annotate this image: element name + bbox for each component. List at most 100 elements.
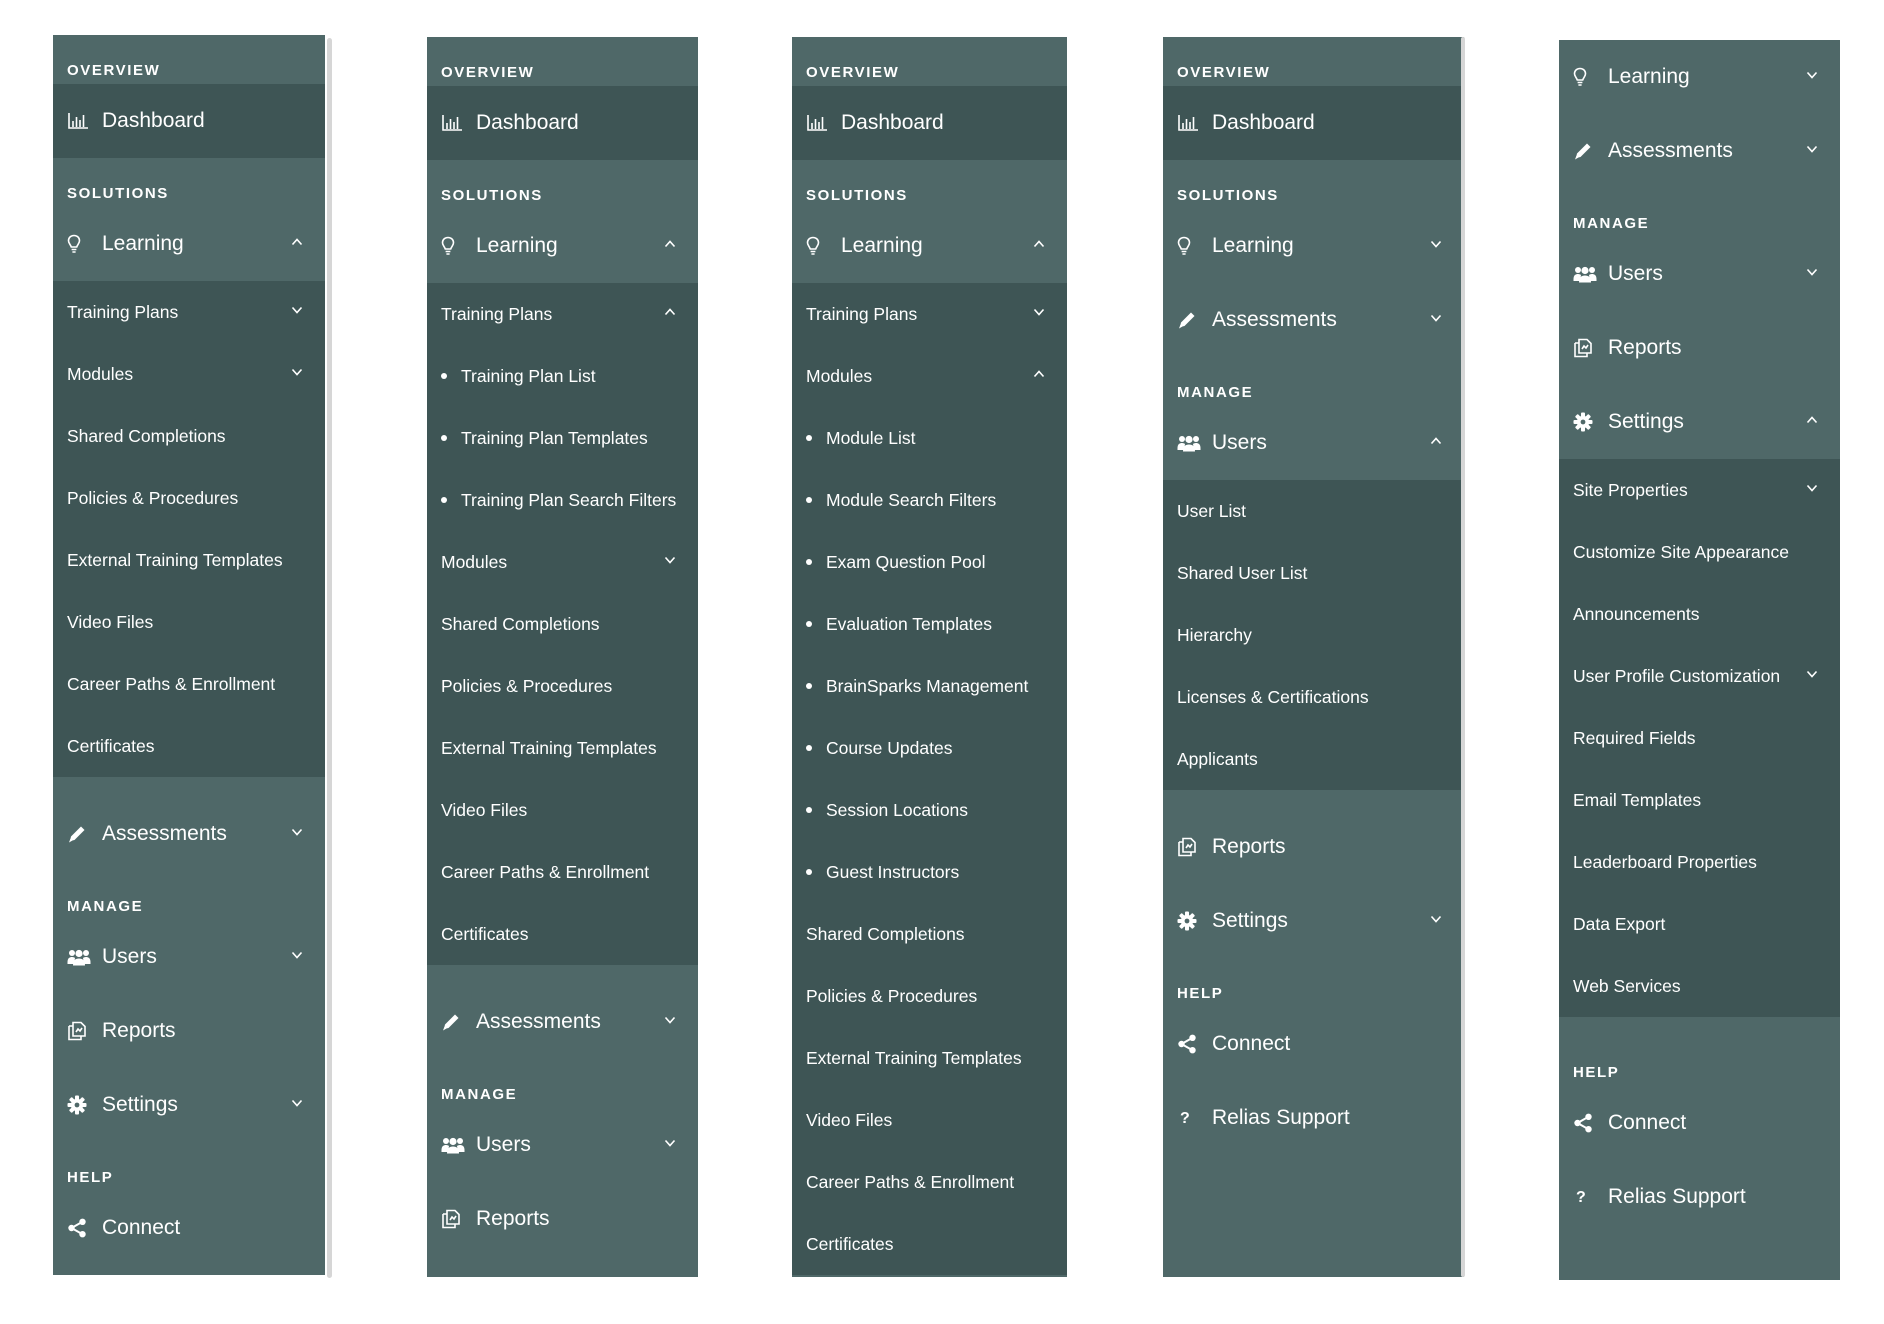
nav-subitem-leaderboard-properties[interactable]: Leaderboard Properties (1559, 831, 1840, 893)
nav-item-dashboard[interactable]: Dashboard (1163, 86, 1464, 160)
nav-item-reports[interactable]: Reports (1163, 810, 1464, 884)
nav-subitem-shared-completions[interactable]: Shared Completions (427, 593, 698, 655)
nav-item-relias-support[interactable]: ? Relias Support (1559, 1160, 1840, 1234)
chevron-up-icon[interactable] (664, 306, 676, 318)
nav-item-learning[interactable]: Learning (792, 209, 1067, 283)
nav-item-dashboard[interactable]: Dashboard (53, 84, 325, 158)
nav-subitem-applicants[interactable]: Applicants (1163, 728, 1464, 790)
nav-item-connect[interactable]: Connect (53, 1191, 325, 1265)
nav-subitem-policies-procedures[interactable]: Policies & Procedures (53, 467, 325, 529)
chevron-down-icon[interactable] (291, 826, 303, 838)
nav-item-learning[interactable]: Learning (427, 209, 698, 283)
nav-subitem-announcements[interactable]: Announcements (1559, 583, 1840, 645)
nav-subitem-web-services[interactable]: Web Services (1559, 955, 1840, 1017)
nav-item-dashboard[interactable]: Dashboard (427, 86, 698, 160)
nav-subitem-policies-procedures[interactable]: Policies & Procedures (792, 965, 1067, 1027)
scrollbar-panel-4[interactable] (1461, 37, 1465, 1277)
nav-item-learning[interactable]: Learning (53, 207, 325, 281)
nav-subitem-training-plan-templates[interactable]: Training Plan Templates (427, 407, 698, 469)
nav-subitem-module-search-filters[interactable]: Module Search Filters (792, 469, 1067, 531)
nav-item-users[interactable]: Users (1559, 237, 1840, 311)
nav-subitem-policies-procedures[interactable]: Policies & Procedures (427, 655, 698, 717)
nav-item-learning[interactable]: Learning (1559, 40, 1840, 114)
chevron-down-icon[interactable] (1430, 312, 1442, 324)
nav-subitem-evaluation-templates[interactable]: Evaluation Templates (792, 593, 1067, 655)
chevron-down-icon[interactable] (1806, 482, 1818, 494)
nav-subitem-brainsparks-management[interactable]: BrainSparks Management (792, 655, 1067, 717)
nav-subitem-modules[interactable]: Modules (53, 343, 325, 405)
nav-subitem-external-training-templates[interactable]: External Training Templates (53, 529, 325, 591)
nav-subitem-career-paths-enrollment[interactable]: Career Paths & Enrollment (427, 841, 698, 903)
nav-item-relias-support[interactable]: ? Relias Support (1163, 1081, 1464, 1155)
nav-item-connect[interactable]: Connect (1163, 1007, 1464, 1081)
nav-subitem-hierarchy[interactable]: Hierarchy (1163, 604, 1464, 666)
chevron-down-icon[interactable] (1806, 69, 1818, 81)
nav-subitem-training-plans[interactable]: Training Plans (53, 281, 325, 343)
nav-subitem-video-files[interactable]: Video Files (792, 1089, 1067, 1151)
chevron-down-icon[interactable] (664, 1137, 676, 1149)
nav-subitem-shared-completions[interactable]: Shared Completions (53, 405, 325, 467)
chevron-down-icon[interactable] (1806, 668, 1818, 680)
chevron-down-icon[interactable] (1806, 266, 1818, 278)
chevron-up-icon[interactable] (1033, 368, 1045, 380)
nav-item-users[interactable]: Users (53, 920, 325, 994)
nav-item-settings[interactable]: Settings (53, 1068, 325, 1142)
chevron-up-icon[interactable] (291, 236, 303, 248)
chevron-down-icon[interactable] (1430, 913, 1442, 925)
nav-subitem-module-list[interactable]: Module List (792, 407, 1067, 469)
nav-subitem-shared-completions[interactable]: Shared Completions (792, 903, 1067, 965)
nav-subitem-career-paths-enrollment[interactable]: Career Paths & Enrollment (792, 1151, 1067, 1213)
nav-subitem-exam-question-pool[interactable]: Exam Question Pool (792, 531, 1067, 593)
nav-item-assessments[interactable]: Assessments (427, 985, 698, 1059)
nav-item-users[interactable]: Users (427, 1108, 698, 1182)
chevron-down-icon[interactable] (1806, 143, 1818, 155)
nav-subitem-required-fields[interactable]: Required Fields (1559, 707, 1840, 769)
nav-item-learning[interactable]: Learning (1163, 209, 1464, 283)
chevron-up-icon[interactable] (664, 238, 676, 250)
nav-subitem-session-locations[interactable]: Session Locations (792, 779, 1067, 841)
nav-subitem-user-profile-customization[interactable]: User Profile Customization (1559, 645, 1840, 707)
nav-subitem-course-updates[interactable]: Course Updates (792, 717, 1067, 779)
chevron-up-icon[interactable] (1033, 238, 1045, 250)
nav-item-reports[interactable]: Reports (427, 1182, 698, 1256)
nav-subitem-user-list[interactable]: User List (1163, 480, 1464, 542)
nav-item-assessments[interactable]: Assessments (1163, 283, 1464, 357)
nav-subitem-video-files[interactable]: Video Files (53, 591, 325, 653)
nav-subitem-licenses-certifications[interactable]: Licenses & Certifications (1163, 666, 1464, 728)
chevron-down-icon[interactable] (291, 1097, 303, 1109)
nav-subitem-training-plans[interactable]: Training Plans (427, 283, 698, 345)
nav-item-users[interactable]: Users (1163, 406, 1464, 480)
nav-item-reports[interactable]: Reports (1559, 311, 1840, 385)
nav-subitem-modules[interactable]: Modules (427, 531, 698, 593)
scrollbar-panel-1[interactable] (327, 38, 332, 1278)
nav-subitem-certificates[interactable]: Certificates (53, 715, 325, 777)
nav-subitem-modules[interactable]: Modules (792, 345, 1067, 407)
nav-item-settings[interactable]: Settings (1559, 385, 1840, 459)
chevron-down-icon[interactable] (291, 949, 303, 961)
chevron-down-icon[interactable] (664, 554, 676, 566)
nav-subitem-customize-site-appearance[interactable]: Customize Site Appearance (1559, 521, 1840, 583)
nav-subitem-external-training-templates[interactable]: External Training Templates (427, 717, 698, 779)
chevron-down-icon[interactable] (291, 366, 303, 378)
chevron-down-icon[interactable] (664, 1014, 676, 1026)
nav-item-assessments[interactable]: Assessments (1559, 114, 1840, 188)
nav-subitem-data-export[interactable]: Data Export (1559, 893, 1840, 955)
nav-subitem-training-plans[interactable]: Training Plans (792, 283, 1067, 345)
nav-subitem-career-paths-enrollment[interactable]: Career Paths & Enrollment (53, 653, 325, 715)
nav-subitem-training-plan-search-filters[interactable]: Training Plan Search Filters (427, 469, 698, 531)
nav-subitem-guest-instructors[interactable]: Guest Instructors (792, 841, 1067, 903)
nav-item-settings[interactable]: Settings (1163, 884, 1464, 958)
nav-subitem-certificates[interactable]: Certificates (427, 903, 698, 965)
chevron-down-icon[interactable] (1430, 238, 1442, 250)
nav-item-reports[interactable]: Reports (53, 994, 325, 1068)
nav-subitem-external-training-templates[interactable]: External Training Templates (792, 1027, 1067, 1089)
chevron-up-icon[interactable] (1430, 435, 1442, 447)
nav-item-assessments[interactable]: Assessments (53, 797, 325, 871)
nav-subitem-email-templates[interactable]: Email Templates (1559, 769, 1840, 831)
chevron-down-icon[interactable] (1033, 306, 1045, 318)
chevron-up-icon[interactable] (1806, 414, 1818, 426)
nav-subitem-certificates[interactable]: Certificates (792, 1213, 1067, 1275)
nav-subitem-site-properties[interactable]: Site Properties (1559, 459, 1840, 521)
nav-subitem-video-files[interactable]: Video Files (427, 779, 698, 841)
nav-item-connect[interactable]: Connect (1559, 1086, 1840, 1160)
